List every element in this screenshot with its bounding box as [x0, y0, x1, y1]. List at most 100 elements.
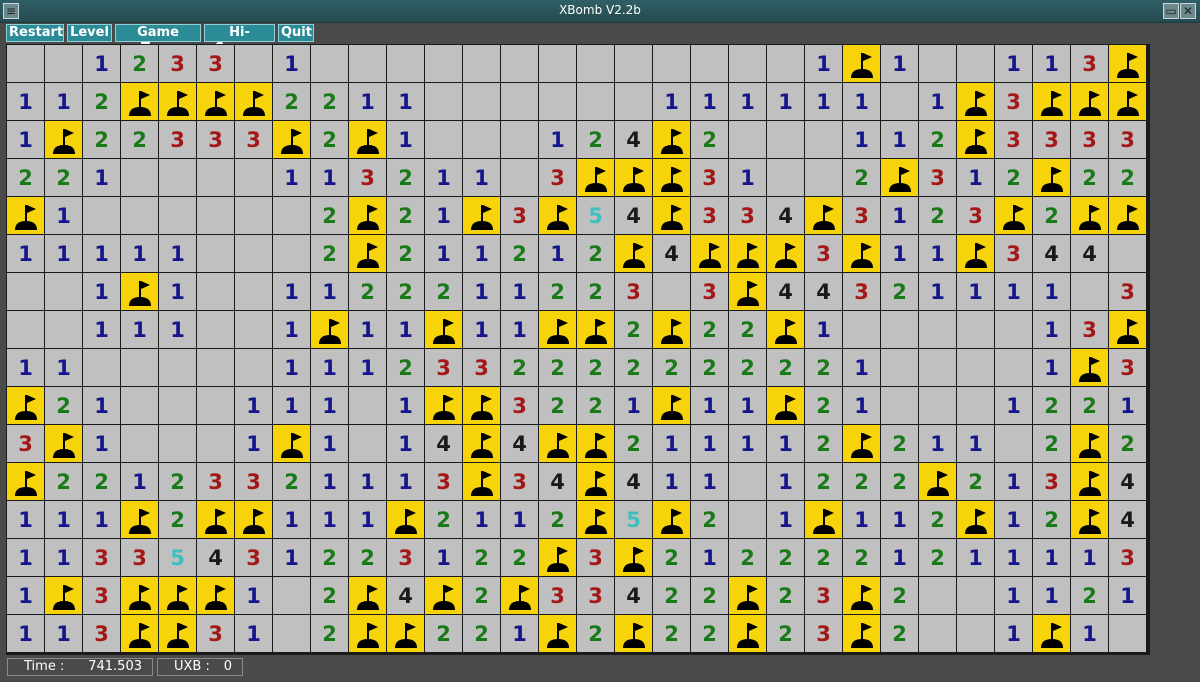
flagged-cell[interactable] [729, 615, 766, 652]
number-cell[interactable]: 1 [349, 463, 386, 500]
empty-cell[interactable] [45, 273, 82, 310]
number-cell[interactable]: 2 [425, 615, 462, 652]
number-cell[interactable]: 1 [83, 501, 120, 538]
number-cell[interactable]: 1 [83, 311, 120, 348]
number-cell[interactable]: 1 [1033, 349, 1070, 386]
number-cell[interactable]: 4 [615, 197, 652, 234]
number-cell[interactable]: 1 [995, 501, 1032, 538]
number-cell[interactable]: 1 [501, 615, 538, 652]
empty-cell[interactable] [881, 83, 918, 120]
number-cell[interactable]: 1 [7, 235, 44, 272]
number-cell[interactable]: 1 [235, 425, 272, 462]
number-cell[interactable]: 2 [653, 615, 690, 652]
flagged-cell[interactable] [729, 577, 766, 614]
number-cell[interactable]: 1 [805, 311, 842, 348]
number-cell[interactable]: 2 [767, 615, 804, 652]
number-cell[interactable]: 1 [729, 425, 766, 462]
empty-cell[interactable] [767, 45, 804, 82]
empty-cell[interactable] [767, 159, 804, 196]
number-cell[interactable]: 1 [387, 311, 424, 348]
number-cell[interactable]: 1 [805, 83, 842, 120]
flagged-cell[interactable] [653, 159, 690, 196]
number-cell[interactable]: 2 [881, 615, 918, 652]
number-cell[interactable]: 3 [1109, 273, 1146, 310]
number-cell[interactable]: 1 [273, 311, 310, 348]
empty-cell[interactable] [235, 235, 272, 272]
empty-cell[interactable] [235, 311, 272, 348]
number-cell[interactable]: 1 [1033, 539, 1070, 576]
number-cell[interactable]: 2 [843, 463, 880, 500]
number-cell[interactable]: 5 [615, 501, 652, 538]
empty-cell[interactable] [83, 349, 120, 386]
number-cell[interactable]: 2 [1033, 387, 1070, 424]
empty-cell[interactable] [881, 349, 918, 386]
empty-cell[interactable] [349, 425, 386, 462]
number-cell[interactable]: 1 [1071, 539, 1108, 576]
number-cell[interactable]: 2 [121, 45, 158, 82]
flagged-cell[interactable] [121, 615, 158, 652]
number-cell[interactable]: 1 [349, 311, 386, 348]
flagged-cell[interactable] [197, 83, 234, 120]
number-cell[interactable]: 1 [349, 349, 386, 386]
number-cell[interactable]: 3 [957, 197, 994, 234]
flagged-cell[interactable] [881, 159, 918, 196]
number-cell[interactable]: 1 [7, 577, 44, 614]
empty-cell[interactable] [501, 45, 538, 82]
flagged-cell[interactable] [1109, 197, 1146, 234]
number-cell[interactable]: 3 [1071, 121, 1108, 158]
number-cell[interactable]: 2 [577, 615, 614, 652]
empty-cell[interactable] [7, 311, 44, 348]
number-cell[interactable]: 1 [349, 83, 386, 120]
number-cell[interactable]: 2 [159, 501, 196, 538]
number-cell[interactable]: 3 [83, 539, 120, 576]
empty-cell[interactable] [235, 273, 272, 310]
flagged-cell[interactable] [1071, 197, 1108, 234]
flagged-cell[interactable] [349, 121, 386, 158]
number-cell[interactable]: 2 [805, 387, 842, 424]
number-cell[interactable]: 1 [539, 235, 576, 272]
number-cell[interactable]: 1 [767, 501, 804, 538]
flagged-cell[interactable] [1071, 83, 1108, 120]
number-cell[interactable]: 1 [387, 121, 424, 158]
number-cell[interactable]: 1 [653, 83, 690, 120]
number-cell[interactable]: 1 [767, 463, 804, 500]
number-cell[interactable]: 3 [805, 577, 842, 614]
empty-cell[interactable] [273, 197, 310, 234]
number-cell[interactable]: 2 [311, 197, 348, 234]
number-cell[interactable]: 1 [387, 387, 424, 424]
number-cell[interactable]: 1 [501, 501, 538, 538]
number-cell[interactable]: 2 [463, 539, 500, 576]
number-cell[interactable]: 1 [7, 121, 44, 158]
number-cell[interactable]: 1 [653, 463, 690, 500]
number-cell[interactable]: 1 [1071, 615, 1108, 652]
number-cell[interactable]: 5 [159, 539, 196, 576]
number-cell[interactable]: 1 [881, 235, 918, 272]
quit-button[interactable]: Quit [278, 24, 314, 42]
empty-cell[interactable] [767, 121, 804, 158]
flagged-cell[interactable] [577, 463, 614, 500]
number-cell[interactable]: 3 [349, 159, 386, 196]
restart-button[interactable]: Restart [6, 24, 64, 42]
number-cell[interactable]: 1 [121, 311, 158, 348]
flagged-cell[interactable] [197, 501, 234, 538]
number-cell[interactable]: 2 [1071, 387, 1108, 424]
flagged-cell[interactable] [767, 311, 804, 348]
number-cell[interactable]: 2 [843, 159, 880, 196]
empty-cell[interactable] [425, 83, 462, 120]
number-cell[interactable]: 3 [995, 121, 1032, 158]
number-cell[interactable]: 2 [425, 501, 462, 538]
number-cell[interactable]: 1 [121, 235, 158, 272]
number-cell[interactable]: 1 [1033, 45, 1070, 82]
empty-cell[interactable] [273, 577, 310, 614]
flagged-cell[interactable] [729, 235, 766, 272]
empty-cell[interactable] [805, 159, 842, 196]
number-cell[interactable]: 3 [1071, 45, 1108, 82]
flagged-cell[interactable] [843, 45, 880, 82]
number-cell[interactable]: 1 [7, 501, 44, 538]
number-cell[interactable]: 3 [197, 45, 234, 82]
empty-cell[interactable] [83, 197, 120, 234]
empty-cell[interactable] [273, 235, 310, 272]
number-cell[interactable]: 1 [273, 159, 310, 196]
number-cell[interactable]: 1 [615, 387, 652, 424]
empty-cell[interactable] [957, 387, 994, 424]
